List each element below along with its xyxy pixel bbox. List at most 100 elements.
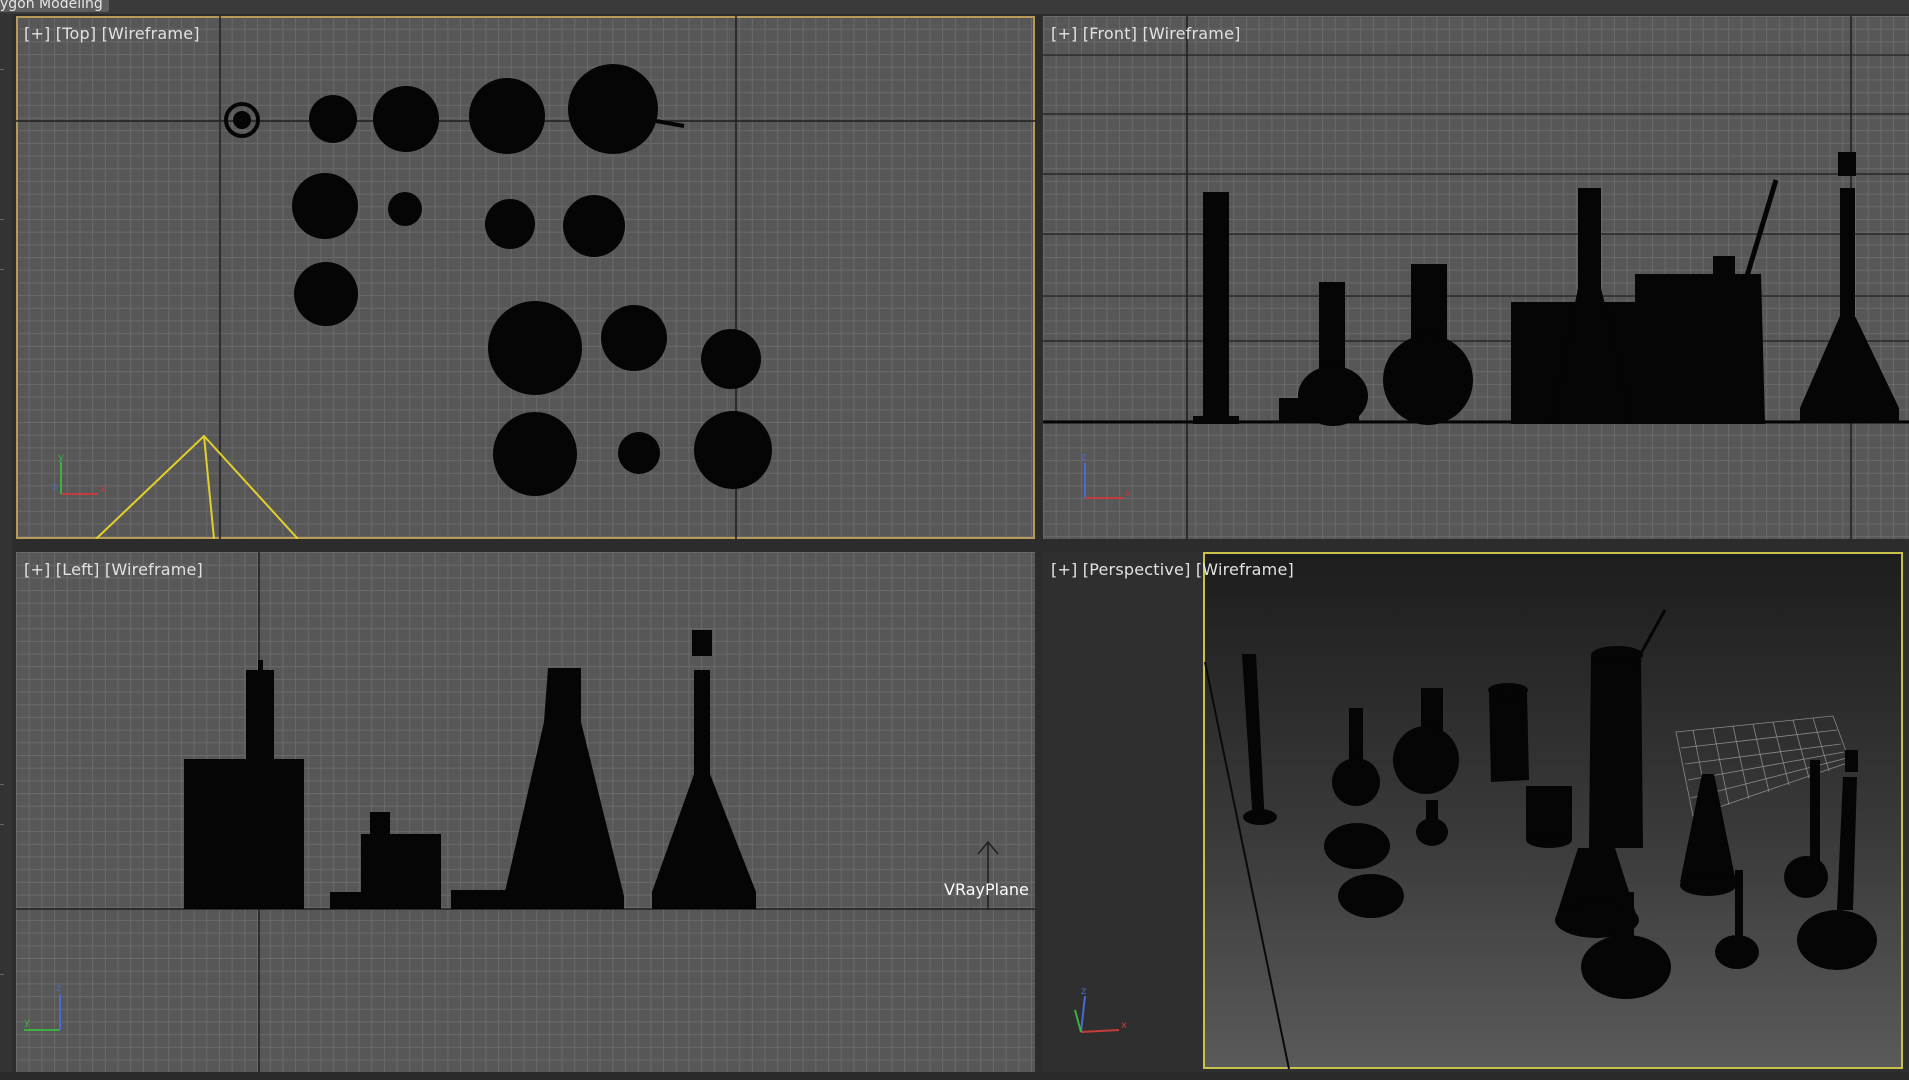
stopper — [1845, 750, 1858, 772]
glassware-perspective-silhouettes — [1242, 609, 1877, 999]
flask-top — [485, 199, 535, 249]
thin-flask-bulb — [1715, 935, 1759, 969]
toolbar-tick — [0, 69, 4, 70]
viewport-label-perspective: [+] [Perspective] [Wireframe] — [1051, 560, 1294, 579]
gizmo-x-label: x — [100, 484, 106, 495]
toolbar-tick — [0, 269, 4, 270]
gizmo-y-label: y — [58, 452, 64, 463]
graduated-cylinder — [1203, 192, 1229, 420]
beaker — [1489, 692, 1529, 782]
viewport-label-left: [+] [Left] [Wireframe] — [24, 560, 203, 579]
beaker-spout — [1713, 256, 1735, 276]
camera-target-line — [203, 435, 215, 539]
flask-neck — [370, 812, 390, 838]
gizmo-z-label: z — [52, 482, 57, 493]
small-beaker-base — [1526, 832, 1572, 848]
small-beaker — [361, 834, 441, 909]
axis-gizmo: x y z — [52, 452, 106, 495]
flask-top — [701, 329, 761, 389]
toolbar-tick — [0, 219, 4, 220]
viewport-shading-menu[interactable]: [Wireframe] — [1142, 24, 1240, 43]
viewport-shading-menu[interactable]: [Wireframe] — [105, 560, 203, 579]
beaker-top — [469, 78, 545, 154]
flask-base — [330, 892, 364, 909]
cylinder-base — [1243, 809, 1277, 825]
flask-top — [294, 262, 358, 326]
vray-plane-label[interactable]: VRayPlane — [944, 880, 1029, 899]
ribbon-bar: ygon Modeling — [0, 0, 1909, 14]
glassware-front-silhouettes — [1193, 152, 1899, 426]
slim-flask-neck — [1810, 760, 1820, 862]
conical-flask-base — [1680, 874, 1736, 896]
axis-gizmo: x z — [1081, 452, 1131, 499]
left-view-scene: y z — [16, 552, 1035, 1072]
bottom-status-strip — [0, 1072, 1909, 1080]
viewport-point-of-view-menu[interactable]: [Perspective] — [1083, 560, 1191, 579]
beaker-top — [568, 64, 658, 154]
flask-base — [1279, 398, 1359, 422]
cylinder-top-core — [233, 111, 251, 129]
volumetric-flask-bulb — [1797, 910, 1877, 970]
glassware-left-silhouettes — [184, 630, 756, 909]
viewport-menu-plus[interactable]: [+] — [24, 24, 51, 43]
viewport-point-of-view-menu[interactable]: [Top] — [56, 24, 96, 43]
round-flask-bulb — [1383, 335, 1473, 425]
beaker-top — [373, 86, 439, 152]
cylinder-behind — [246, 670, 274, 762]
beaker-top — [309, 95, 357, 143]
front-view-scene: x z — [1043, 16, 1909, 539]
volumetric-flask — [1800, 188, 1899, 422]
gizmo-x-label: x — [1125, 488, 1131, 499]
flask-top — [488, 301, 582, 395]
stir-rod-tip — [258, 660, 263, 672]
viewport-shading-menu[interactable]: [Wireframe] — [102, 24, 200, 43]
axis-gizmo: x z — [1074, 986, 1127, 1033]
viewport-menu-plus[interactable]: [+] — [1051, 24, 1078, 43]
stir-rod — [1744, 179, 1779, 277]
flask-top — [601, 305, 667, 371]
flask-top — [694, 411, 772, 489]
toolbar-tick — [0, 974, 4, 975]
gizmo-y-axis — [1074, 1009, 1082, 1033]
gizmo-z-label: z — [1081, 452, 1086, 463]
gizmo-z-label: z — [56, 983, 61, 994]
flask-top — [493, 412, 577, 496]
erlenmeyer-flask — [504, 668, 624, 909]
stopper — [692, 630, 712, 656]
vray-plane-gizmo — [977, 840, 999, 910]
top-view-scene: x y z — [16, 16, 1035, 539]
tall-beaker — [1589, 656, 1643, 848]
perspective-scene: x z — [1074, 609, 1877, 1070]
viewport-menu-plus[interactable]: [+] — [24, 560, 51, 579]
gizmo-x-axis — [1080, 1029, 1120, 1033]
volumetric-flask-neck — [1837, 777, 1857, 910]
camera-cone — [95, 434, 299, 539]
gizmo-y-label: y — [24, 1017, 30, 1028]
viewport-point-of-view-menu[interactable]: [Left] — [56, 560, 100, 579]
round-flask-bulb — [1393, 726, 1459, 794]
volumetric-flask — [652, 670, 756, 909]
viewport-top[interactable]: x y z [+] [Top] [Wireframe] — [16, 16, 1035, 539]
viewport-perspective[interactable]: x z [+] [Perspective] [Wireframe] — [1043, 552, 1909, 1072]
ribbon-tab-polygon-modeling[interactable]: ygon Modeling — [0, 0, 109, 12]
viewport-point-of-view-menu[interactable]: [Front] — [1083, 24, 1137, 43]
viewport-shading-menu[interactable]: [Wireframe] — [1196, 560, 1294, 579]
gizmo-z-axis — [1080, 995, 1086, 1033]
flask-top — [292, 173, 358, 239]
stir-rod — [1633, 609, 1667, 665]
viewport-menu-plus[interactable]: [+] — [1051, 560, 1078, 579]
flask-top — [618, 432, 660, 474]
large-beaker — [1635, 274, 1753, 424]
conical-flask — [1680, 774, 1736, 882]
gizmo-x-label: x — [1121, 1020, 1127, 1031]
beaker — [184, 759, 304, 909]
viewport-left[interactable]: y z [+] [Left] [Wireframe] VRayPlane — [16, 552, 1035, 1072]
flask-base-left — [451, 890, 511, 909]
toolbar-tick — [0, 824, 4, 825]
flask-bulb — [1332, 758, 1380, 806]
viewport-front[interactable]: x z [+] [Front] [Wireframe] — [1043, 16, 1909, 539]
beaker-rim — [1488, 683, 1528, 697]
flask-top — [388, 192, 422, 226]
glassware-top-silhouettes — [224, 64, 772, 496]
graduated-cylinder — [1242, 654, 1265, 824]
